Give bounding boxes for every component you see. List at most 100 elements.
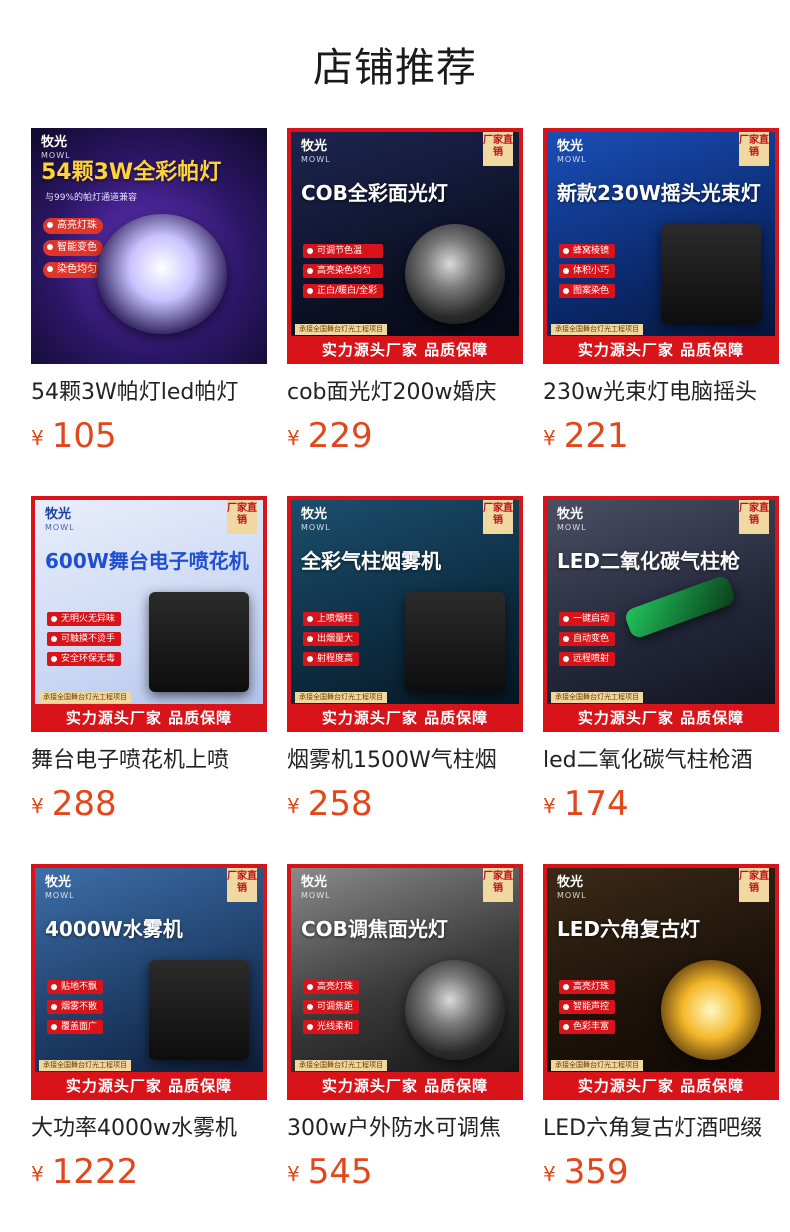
currency-symbol: ¥ [543,794,556,818]
feature-badge: 蜂窝棱镜 [559,244,616,258]
product-name[interactable]: 54颗3W帕灯led帕灯 [31,378,267,408]
currency-symbol: ¥ [31,794,44,818]
factory-direct-tag: 厂家直销 [483,500,513,534]
hexagon-retro-light-icon [661,960,761,1060]
price-value: 229 [307,416,373,456]
product-name[interactable]: cob面光灯200w婚庆 [287,378,523,408]
product-name[interactable]: 230w光束灯电脑摇头 [543,378,779,408]
zoom-light-icon [405,960,505,1060]
brand-logo: 牧光 MOWL [45,875,75,900]
feature-badge: 高亮灯珠 [43,218,103,234]
promo-pre: 承接全国舞台灯光工程项目 [39,692,131,703]
par-light-icon [97,214,227,334]
promo-strip: 承接全国舞台灯光工程项目 实力源头厂家 品质保障 [547,1060,775,1100]
product-image[interactable]: 牧光 MOWL 厂家直销 全彩气柱烟雾机 上喷烟柱 出烟量大 射程度高 承接全国舞… [287,496,523,732]
feature-badge: 无明火无异味 [47,612,122,626]
promo-strip: 承接全国舞台灯光工程项目 实力源头厂家 品质保障 [547,324,775,364]
product-card[interactable]: 牧光 MOWL 厂家直销 4000W水雾机 贴地不飘 烟雾不散 覆盖面广 承接全国… [31,864,267,1232]
image-title: 全彩气柱烟雾机 [301,549,441,573]
promo-strip: 承接全国舞台灯光工程项目 实力源头厂家 品质保障 [291,1060,519,1100]
feature-badge: 高亮灯珠 [559,980,616,994]
price-value: 174 [563,784,629,824]
promo-strip: 承接全国舞台灯光工程项目 实力源头厂家 品质保障 [291,324,519,364]
product-image[interactable]: 牧光 MOWL 厂家直销 COB调焦面光灯 高亮灯珠 可调焦距 光线柔和 承接全国… [287,864,523,1100]
feature-badge: 出烟量大 [303,632,360,646]
promo-strip: 承接全国舞台灯光工程项目 实力源头厂家 品质保障 [35,1060,263,1100]
feature-list: 高亮灯珠 智能声控 色彩丰富 [559,980,616,1040]
currency-symbol: ¥ [287,794,300,818]
product-card[interactable]: 牧光 MOWL 厂家直销 COB调焦面光灯 高亮灯珠 可调焦距 光线柔和 承接全国… [287,864,523,1232]
product-card[interactable]: 牧光 MOWL 厂家直销 600W舞台电子喷花机 无明火无异味 可触摸不烫手 安全… [31,496,267,864]
product-name[interactable]: LED六角复古灯酒吧缀 [543,1114,779,1144]
feature-badge: 射程度高 [303,652,360,666]
factory-direct-tag: 厂家直销 [739,500,769,534]
brand-logo: 牧光 MOWL [557,875,587,900]
image-title: COB调焦面光灯 [301,917,448,941]
promo-pre: 承接全国舞台灯光工程项目 [295,692,387,703]
product-card[interactable]: 牧光 MOWL 厂家直销 全彩气柱烟雾机 上喷烟柱 出烟量大 射程度高 承接全国舞… [287,496,523,864]
product-price: ¥221 [543,418,779,460]
product-card[interactable]: 牧光 MOWL 厂家直销 LED二氧化碳气柱枪 一键启动 自动变色 远程喷射 承接… [543,496,779,864]
product-price: ¥174 [543,786,779,828]
product-card[interactable]: 牧光 MOWL 54颗3W全彩帕灯 与99%的帕灯通道兼容 高亮灯珠 智能变色 染… [31,128,267,496]
product-image[interactable]: 牧光 MOWL 厂家直销 4000W水雾机 贴地不飘 烟雾不散 覆盖面广 承接全国… [31,864,267,1100]
product-price: ¥105 [31,418,267,460]
product-image[interactable]: 牧光 MOWL 厂家直销 LED二氧化碳气柱枪 一键启动 自动变色 远程喷射 承接… [543,496,779,732]
promo-pre: 承接全国舞台灯光工程项目 [295,324,387,335]
feature-badge: 色彩丰富 [559,1020,616,1034]
product-price: ¥359 [543,1154,779,1196]
feature-badge: 光线柔和 [303,1020,360,1034]
price-value: 359 [563,1152,629,1192]
feature-badge: 智能声控 [559,1000,616,1014]
currency-symbol: ¥ [31,1162,44,1186]
product-image[interactable]: 牧光 MOWL 厂家直销 600W舞台电子喷花机 无明火无异味 可触摸不烫手 安全… [31,496,267,732]
feature-badge: 智能变色 [43,240,103,256]
feature-list: 高亮灯珠 智能变色 染色均匀 [43,218,103,284]
feature-list: 无明火无异味 可触摸不烫手 安全环保无毒 [47,612,122,672]
image-title: LED二氧化碳气柱枪 [557,549,741,573]
promo-pre: 承接全国舞台灯光工程项目 [551,1060,643,1071]
product-name[interactable]: 烟雾机1500W气柱烟 [287,746,523,776]
product-name[interactable]: led二氧化碳气柱枪酒 [543,746,779,776]
product-price: ¥1222 [31,1154,267,1196]
product-name[interactable]: 300w户外防水可调焦 [287,1114,523,1144]
product-price: ¥288 [31,786,267,828]
feature-badge: 远程喷射 [559,652,616,666]
feature-list: 蜂窝棱镜 体积小巧 图案染色 [559,244,616,304]
brand-logo: 牧光 MOWL [301,875,331,900]
product-image[interactable]: 牧光 MOWL 厂家直销 新款230W摇头光束灯 蜂窝棱镜 体积小巧 图案染色 承… [543,128,779,364]
product-card[interactable]: 牧光 MOWL 厂家直销 新款230W摇头光束灯 蜂窝棱镜 体积小巧 图案染色 承… [543,128,779,496]
currency-symbol: ¥ [543,1162,556,1186]
image-subtitle: 与99%的帕灯通道兼容 [45,193,138,203]
feature-badge: 覆盖面广 [47,1020,104,1034]
product-price: ¥229 [287,418,523,460]
currency-symbol: ¥ [287,1162,300,1186]
factory-direct-tag: 厂家直销 [483,132,513,166]
feature-badge: 可触摸不烫手 [47,632,122,646]
price-value: 545 [307,1152,373,1192]
brand-logo: 牧光 MOWL [41,135,71,160]
feature-badge: 正白/暖白/全彩 [303,284,384,298]
feature-badge: 安全环保无毒 [47,652,122,666]
product-image[interactable]: 牧光 MOWL 54颗3W全彩帕灯 与99%的帕灯通道兼容 高亮灯珠 智能变色 染… [31,128,267,364]
image-title: 4000W水雾机 [45,917,183,941]
brand-logo: 牧光 MOWL [557,507,587,532]
product-image[interactable]: 牧光 MOWL 厂家直销 COB全彩面光灯 可调节色温 高亮染色均匀 正白/暖白/… [287,128,523,364]
product-name[interactable]: 舞台电子喷花机上喷 [31,746,267,776]
feature-badge: 图案染色 [559,284,616,298]
feature-badge: 染色均匀 [43,262,103,278]
product-card[interactable]: 牧光 MOWL 厂家直销 LED六角复古灯 高亮灯珠 智能声控 色彩丰富 承接全国… [543,864,779,1232]
currency-symbol: ¥ [287,426,300,450]
feature-badge: 贴地不飘 [47,980,104,994]
product-image[interactable]: 牧光 MOWL 厂家直销 LED六角复古灯 高亮灯珠 智能声控 色彩丰富 承接全国… [543,864,779,1100]
feature-badge: 一键启动 [559,612,616,626]
feature-badge: 高亮染色均匀 [303,264,384,278]
cob-light-icon [405,224,505,324]
product-name[interactable]: 大功率4000w水雾机 [31,1114,267,1144]
price-value: 1222 [51,1152,139,1192]
brand-logo: 牧光 MOWL [301,139,331,164]
promo-pre: 承接全国舞台灯光工程项目 [39,1060,131,1071]
product-card[interactable]: 牧光 MOWL 厂家直销 COB全彩面光灯 可调节色温 高亮染色均匀 正白/暖白/… [287,128,523,496]
product-price: ¥258 [287,786,523,828]
factory-direct-tag: 厂家直销 [739,868,769,902]
